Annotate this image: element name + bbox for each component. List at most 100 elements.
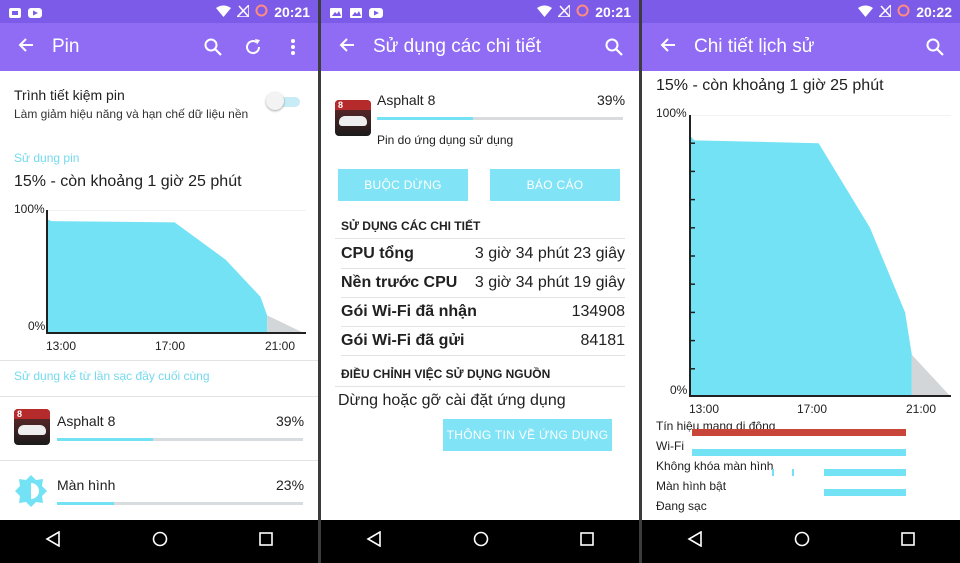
wifi-bar — [692, 449, 906, 456]
app-name: Màn hình — [57, 477, 116, 493]
battery-saver-toggle[interactable] — [266, 92, 302, 110]
detail-key: Gói Wi-Fi đã gửi — [341, 332, 465, 349]
battery-saver-title: Trình tiết kiệm pin — [14, 87, 125, 103]
detail-row: Nền trước CPU 3 giờ 34 phút 19 giây — [341, 269, 625, 298]
image-icon — [349, 6, 363, 18]
app-info-button[interactable]: THÔNG TIN VỀ ỨNG DỤNG — [443, 419, 612, 451]
x-tick-13: 13:00 — [689, 402, 720, 416]
page-title: Sử dụng các chi tiết — [373, 36, 541, 57]
legend-unlocked: Không khóa màn hình — [656, 459, 774, 473]
app-name: Asphalt 8 — [57, 413, 116, 429]
battery-level-area — [689, 134, 912, 397]
detail-key: Nền trước CPU — [341, 274, 458, 291]
y-tick-bottom: 0% — [28, 319, 46, 333]
y-tick-top: 100% — [14, 202, 45, 216]
back-arrow-icon[interactable] — [642, 34, 694, 60]
battery-saver-ring-icon — [255, 4, 268, 20]
refresh-icon[interactable] — [242, 36, 264, 58]
nav-bar — [0, 520, 318, 563]
divider — [0, 360, 318, 361]
wifi-icon — [537, 4, 553, 20]
back-nav-icon[interactable] — [45, 530, 61, 552]
usage-bar — [57, 502, 303, 505]
recents-nav-icon[interactable] — [258, 532, 273, 551]
unlocked-bar-segment — [772, 469, 774, 476]
report-button[interactable]: BÁO CÁO — [490, 169, 620, 201]
x-tick-13: 13:00 — [46, 339, 77, 353]
x-tick-21: 21:00 — [265, 339, 296, 353]
app-name: Asphalt 8 — [377, 92, 436, 108]
wifi-icon — [216, 4, 232, 20]
screen-on-bar — [824, 489, 906, 496]
y-tick-bottom: 0% — [670, 383, 688, 397]
battery-status-text: 15% - còn khoảng 1 giờ 25 phút — [656, 77, 884, 94]
divider — [335, 238, 625, 239]
recents-nav-icon[interactable] — [900, 532, 915, 551]
home-nav-icon[interactable] — [473, 531, 489, 552]
detail-value: 134908 — [571, 303, 625, 320]
divider — [0, 396, 318, 397]
usage-bar-fill — [57, 438, 153, 441]
detail-key: CPU tổng — [341, 245, 414, 262]
status-bar: 20:22 — [642, 0, 960, 23]
battery-saver-ring-icon — [576, 4, 589, 20]
usage-bar-fill — [57, 502, 114, 505]
asphalt-8-icon: 8 — [14, 409, 50, 445]
legend-wifi: Wi-Fi — [656, 439, 684, 453]
battery-saver-ring-icon — [897, 4, 910, 20]
youtube-icon — [28, 6, 42, 18]
status-bar: 20:21 — [0, 0, 318, 23]
battery-screen: 20:21 Pin Trình tiết kiệm pin Làm giảm h… — [0, 0, 318, 563]
home-nav-icon[interactable] — [152, 531, 168, 552]
home-nav-icon[interactable] — [794, 531, 810, 552]
usage-bar-fill — [377, 117, 473, 120]
no-sim-icon — [235, 2, 250, 20]
usage-bar — [377, 117, 623, 120]
divider — [0, 460, 318, 461]
details-section-header: SỬ DỤNG CÁC CHI TIẾT — [341, 219, 481, 233]
overflow-menu-icon[interactable] — [282, 36, 304, 58]
wifi-icon — [858, 4, 874, 20]
search-icon[interactable] — [924, 36, 946, 58]
usage-details-screen: 20:21 Sử dụng các chi tiết 8 Asphalt 8 3… — [321, 0, 639, 563]
battery-usage-header: Sử dụng pin — [14, 151, 80, 165]
app-summary: Pin do ứng dụng sử dụng — [377, 133, 514, 147]
unlocked-bar — [824, 469, 906, 476]
detail-row: Gói Wi-Fi đã nhận 134908 — [341, 298, 625, 327]
power-adjust-header: ĐIỀU CHỈNH VIỆC SỬ DỤNG NGUỒN — [341, 367, 551, 381]
app-percent: 39% — [597, 92, 626, 108]
legend-screen-on: Màn hình bật — [656, 479, 727, 493]
youtube-icon — [369, 6, 383, 18]
back-arrow-icon[interactable] — [0, 34, 52, 60]
page-title: Chi tiết lịch sử — [694, 36, 815, 57]
legend-charging: Đang sạc — [656, 499, 707, 513]
detail-value: 3 giờ 34 phút 19 giây — [474, 274, 625, 291]
no-sim-icon — [556, 2, 571, 20]
battery-chart-plot — [46, 210, 306, 334]
force-stop-button[interactable]: BUỘC DỪNG — [338, 169, 468, 201]
projection-area — [267, 315, 306, 334]
clock: 20:21 — [595, 3, 631, 20]
search-icon[interactable] — [603, 36, 625, 58]
back-arrow-icon[interactable] — [321, 34, 373, 60]
battery-status-text: 15% - còn khoảng 1 giờ 25 phút — [14, 173, 242, 190]
battery-level-area — [46, 218, 268, 334]
divider — [335, 386, 625, 387]
projection-area — [911, 354, 951, 397]
unlocked-bar-segment — [792, 469, 794, 476]
screen-brightness-icon — [14, 474, 48, 508]
no-sim-icon — [877, 2, 892, 20]
page-title: Pin — [52, 36, 80, 57]
asphalt-8-icon: 8 — [335, 100, 371, 136]
x-tick-17: 17:00 — [797, 402, 828, 416]
back-nav-icon[interactable] — [366, 530, 382, 552]
app-toolbar: Sử dụng các chi tiết — [321, 23, 639, 71]
app-toolbar: Pin — [0, 23, 318, 71]
recents-nav-icon[interactable] — [579, 532, 594, 551]
nav-bar — [642, 520, 960, 563]
since-full-charge-header: Sử dụng kể từ lần sạc đầy cuối cùng — [14, 369, 210, 383]
search-icon[interactable] — [202, 36, 224, 58]
back-nav-icon[interactable] — [687, 530, 703, 552]
app-percent: 23% — [276, 477, 305, 493]
app-percent: 39% — [276, 413, 305, 429]
